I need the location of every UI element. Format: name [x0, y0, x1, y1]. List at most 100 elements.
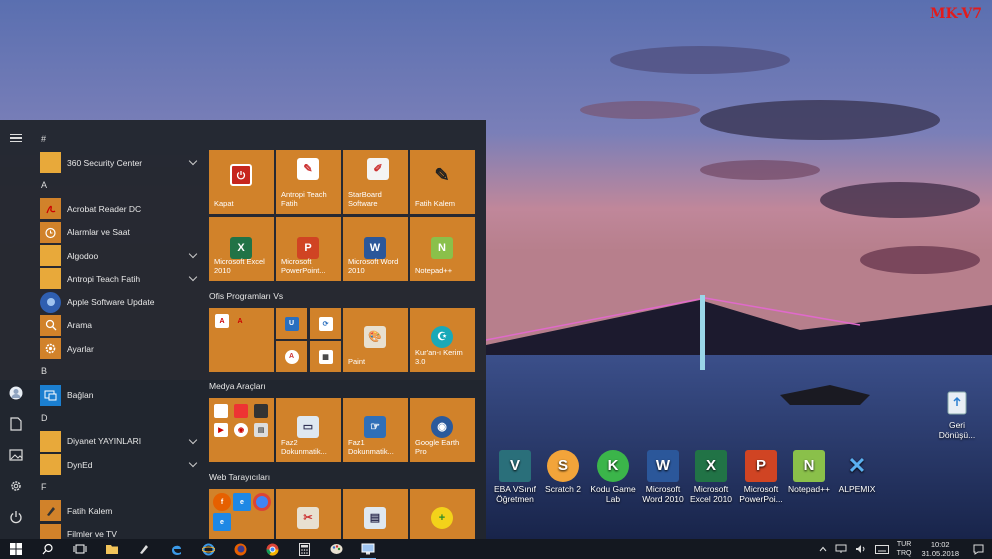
start-button[interactable]: [0, 539, 32, 559]
tile-kapat[interactable]: Kapat: [209, 150, 274, 214]
tile-powerpoint[interactable]: P Microsoft PowerPoint...: [276, 217, 341, 281]
app-item-ayarlar[interactable]: Ayarlar: [34, 337, 202, 360]
taskbar-edge[interactable]: [160, 539, 192, 559]
tile-web-app-2[interactable]: ✂: [276, 489, 341, 539]
tile-notepadpp[interactable]: N Notepad++: [410, 217, 475, 281]
chevron-down-icon[interactable]: [188, 435, 198, 444]
hamburger-menu-icon[interactable]: [6, 128, 26, 148]
group-title-web[interactable]: Web Tarayıcıları: [209, 472, 270, 482]
chevron-down-icon[interactable]: [188, 249, 198, 259]
folder-icon: [40, 152, 61, 174]
group-letter[interactable]: B: [34, 360, 202, 383]
app-item-baglan[interactable]: Bağlan: [34, 383, 202, 406]
desktop-icon-recycle-bin[interactable]: Geri Dönüşü...: [930, 386, 984, 440]
group-title-media[interactable]: Medya Araçları: [209, 381, 266, 391]
chrome-icon: [253, 493, 271, 511]
desktop-icon-powerpoint[interactable]: P Microsoft PowerPoi...: [734, 450, 788, 504]
edge-icon: [171, 545, 181, 555]
tile-small-compass[interactable]: A: [276, 341, 307, 372]
chevron-down-icon[interactable]: [188, 156, 198, 166]
taskbar-search-button[interactable]: [32, 539, 64, 559]
desktop-icon-kodu[interactable]: K Kodu Game Lab: [586, 450, 640, 504]
tile-small-user[interactable]: U: [276, 308, 307, 339]
tile-label: Google Earth Pro: [415, 438, 460, 456]
app-item-apple-update[interactable]: Apple Software Update: [34, 290, 202, 313]
taskbar-internet-explorer[interactable]: [192, 539, 224, 559]
ie-icon: [201, 543, 215, 555]
taskbar-media-app[interactable]: [352, 539, 384, 559]
desktop-icon-word[interactable]: W Microsoft Word 2010: [636, 450, 690, 504]
app-item-360-security[interactable]: 360 Security Center: [34, 151, 202, 174]
settings-gear-icon[interactable]: [6, 476, 26, 496]
acrobat-icon: A: [215, 314, 229, 328]
tile-web-app-4[interactable]: +: [410, 489, 475, 539]
task-view-button[interactable]: [64, 539, 96, 559]
media-app-icon: ▶: [214, 423, 228, 437]
app-item-fatih-kalem[interactable]: Fatih Kalem: [34, 499, 202, 522]
app-item-filmler[interactable]: Filmler ve TV: [34, 523, 202, 539]
tile-small-sync[interactable]: ⟳: [310, 308, 341, 339]
tile-google-earth[interactable]: ◉ Google Earth Pro: [410, 398, 475, 462]
chevron-down-icon[interactable]: [188, 458, 198, 468]
tray-overflow-chevron-up-icon[interactable]: [815, 546, 831, 552]
powerpoint-icon: P: [297, 237, 319, 259]
task-view-icon: [73, 544, 87, 554]
group-letter[interactable]: #: [34, 128, 202, 151]
word-icon: W: [647, 450, 679, 482]
tile-quran[interactable]: ☪ Kur'an-ı Kerim 3.0: [410, 308, 475, 372]
tile-label: Microsoft Excel 2010: [214, 257, 265, 275]
desktop-icon-alpemix[interactable]: ✕ ALPEMIX: [830, 450, 884, 495]
desktop-icon-label: Microsoft Excel 2010: [689, 484, 733, 504]
tile-label: Faz2 Dokunmatik...: [281, 438, 327, 456]
tile-starboard[interactable]: ✐ StarBoard Software: [343, 150, 408, 214]
user-avatar-icon[interactable]: [6, 383, 26, 403]
app-item-antropi[interactable]: Antropi Teach Fatih: [34, 267, 202, 290]
app-item-alarms[interactable]: Alarmlar ve Saat: [34, 221, 202, 244]
desktop-icon-notepadpp[interactable]: N Notepad++: [782, 450, 836, 494]
taskbar-chrome[interactable]: [256, 539, 288, 559]
tile-fatih-kalem[interactable]: ✎ Fatih Kalem: [410, 150, 475, 214]
desktop-icon-excel[interactable]: X Microsoft Excel 2010: [684, 450, 738, 504]
taskbar-firefox[interactable]: [224, 539, 256, 559]
tray-volume-icon[interactable]: [851, 544, 871, 554]
documents-icon[interactable]: [6, 414, 26, 434]
tray-language[interactable]: TUR TRQ: [893, 540, 916, 558]
connect-icon: [40, 384, 61, 406]
app-item-acrobat[interactable]: Acrobat Reader DC: [34, 197, 202, 220]
group-title-office[interactable]: Ofis Programları Vs: [209, 291, 283, 301]
action-center-icon[interactable]: [965, 544, 992, 555]
edge-icon: e: [213, 513, 231, 531]
tile-web-folder[interactable]: f e e: [209, 489, 274, 539]
taskbar-file-explorer[interactable]: [96, 539, 128, 559]
taskbar-paint[interactable]: [320, 539, 352, 559]
desktop-icon-scratch[interactable]: S Scratch 2: [536, 450, 590, 494]
tile-word[interactable]: W Microsoft Word 2010: [343, 217, 408, 281]
tray-clock[interactable]: 10:02 31.05.2018: [915, 540, 965, 558]
app-item-arama[interactable]: Arama: [34, 314, 202, 337]
group-letter[interactable]: A: [34, 174, 202, 197]
group-letter[interactable]: F: [34, 476, 202, 499]
app-item-dyned[interactable]: DynEd: [34, 453, 202, 476]
tile-media-folder[interactable]: ▶ ◉ ▤: [209, 398, 274, 462]
tile-web-app-3[interactable]: ▤: [343, 489, 408, 539]
app-item-algodoo[interactable]: Algodoo: [34, 244, 202, 267]
app-item-diyanet[interactable]: Diyanet YAYINLARI: [34, 430, 202, 453]
tile-excel[interactable]: X Microsoft Excel 2010: [209, 217, 274, 281]
tray-keyboard-icon[interactable]: [871, 544, 893, 554]
tile-small-calendar[interactable]: ▦: [310, 341, 341, 372]
tile-office-folder[interactable]: A A: [209, 308, 274, 372]
desktop-icon-label: Microsoft Word 2010: [642, 484, 684, 504]
taskbar-fatih-kalem[interactable]: [128, 539, 160, 559]
tile-faz2[interactable]: ▭ Faz2 Dokunmatik...: [276, 398, 341, 462]
group-letter[interactable]: D: [34, 407, 202, 430]
pictures-icon[interactable]: [6, 445, 26, 465]
taskbar-calculator[interactable]: [288, 539, 320, 559]
tile-antropi[interactable]: ✎ Antropi Teach Fatih: [276, 150, 341, 214]
tile-paint[interactable]: 🎨 Paint: [343, 308, 408, 372]
kodu-icon: K: [597, 450, 629, 482]
chevron-down-icon[interactable]: [188, 272, 198, 282]
tray-network-icon[interactable]: [831, 544, 851, 554]
power-icon[interactable]: [6, 507, 26, 527]
tile-faz1[interactable]: ☞ Faz1 Dokunmatik...: [343, 398, 408, 462]
desktop-icon-eba[interactable]: V EBA VSınıf Öğretmen: [488, 450, 542, 504]
